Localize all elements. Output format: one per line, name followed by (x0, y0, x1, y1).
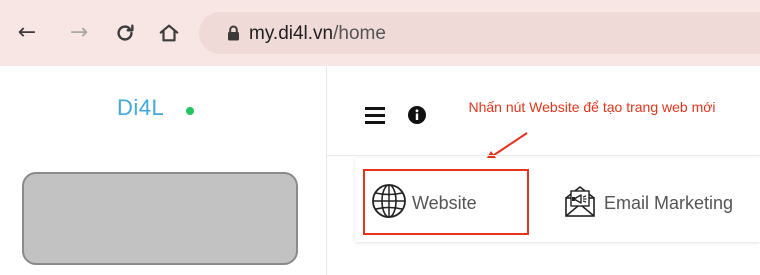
browser-toolbar: ← → my.di4l.vn/home (0, 0, 760, 66)
url-text: my.di4l.vn/home (249, 23, 386, 45)
address-bar[interactable]: my.di4l.vn/home (199, 12, 760, 54)
home-icon[interactable] (156, 20, 182, 46)
divider (327, 155, 760, 156)
annotation-text: Nhấn nút Website để tạo trang web mới (468, 99, 716, 115)
email-megaphone-icon (560, 182, 600, 225)
user-card-placeholder (22, 172, 298, 265)
email-marketing-button[interactable]: Email Marketing (560, 182, 733, 225)
url-domain: my.di4l.vn (249, 23, 334, 44)
brand-logo[interactable]: Di4L (117, 95, 164, 121)
reload-icon[interactable] (112, 20, 138, 46)
forward-arrow-icon[interactable]: → (66, 20, 92, 46)
info-icon[interactable] (408, 106, 426, 129)
main-content: Nhấn nút Website để tạo trang web mới We… (327, 66, 760, 275)
lock-icon (227, 25, 240, 46)
email-marketing-label: Email Marketing (604, 193, 734, 213)
back-arrow-icon[interactable]: ← (14, 20, 40, 46)
hamburger-menu-icon[interactable] (365, 107, 385, 129)
url-path: /home (333, 23, 386, 44)
sidebar: Di4L (0, 66, 327, 275)
status-dot (186, 107, 194, 115)
website-highlight-box (363, 169, 529, 235)
